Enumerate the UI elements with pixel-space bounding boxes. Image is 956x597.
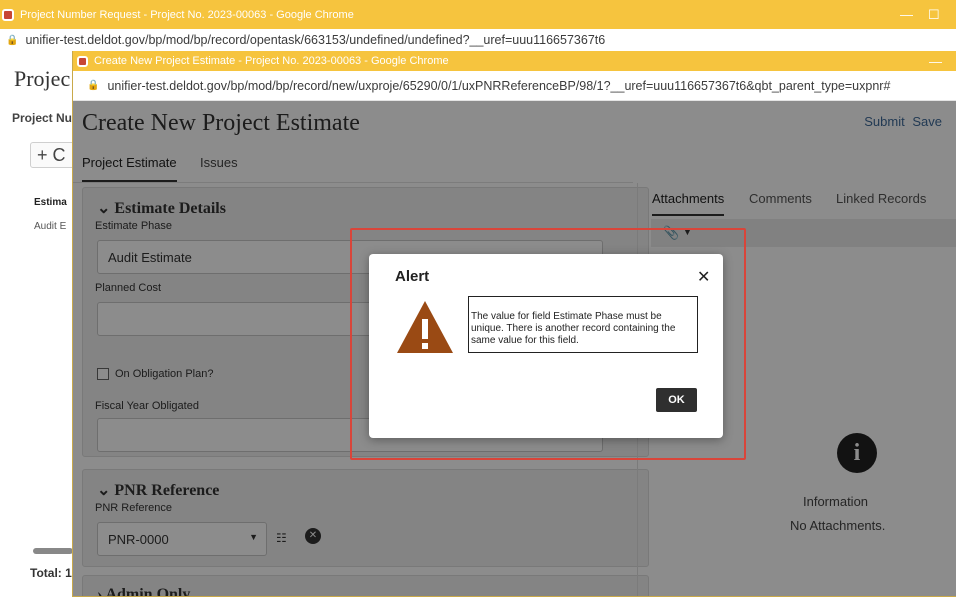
app-logo-icon: [77, 55, 88, 67]
inner-address-bar[interactable]: 🔒 unifier-test.deldot.gov/bp/mod/bp/reco…: [73, 71, 956, 101]
outer-subtitle: Project Nu: [12, 111, 73, 125]
alert-message: The value for field Estimate Phase must …: [468, 296, 698, 353]
inner-url: unifier-test.deldot.gov/bp/mod/bp/record…: [107, 78, 891, 93]
outer-page-title: Projec: [14, 66, 71, 91]
outer-scrollbar[interactable]: [33, 548, 73, 554]
warning-icon: [397, 301, 453, 353]
app-logo-icon: [2, 8, 14, 21]
outer-total: Total: 1: [30, 566, 72, 580]
outer-window-title: Project Number Request - Project No. 202…: [20, 8, 354, 21]
minimize-icon[interactable]: —: [929, 54, 942, 69]
maximize-icon[interactable]: ☐: [928, 7, 940, 23]
outer-column-header: Estima: [34, 197, 67, 208]
outer-address-bar[interactable]: 🔒 unifier-test.deldot.gov/bp/mod/bp/reco…: [0, 29, 956, 51]
alert-dialog: Alert ✕ The value for field Estimate Pha…: [369, 254, 723, 438]
inner-window-title: Create New Project Estimate - Project No…: [94, 55, 449, 67]
lock-icon: 🔒: [6, 34, 19, 46]
minimize-icon[interactable]: —: [900, 7, 913, 22]
outer-window-titlebar: Project Number Request - Project No. 202…: [0, 0, 956, 29]
outer-add-button[interactable]: + C: [30, 142, 76, 168]
ok-button[interactable]: OK: [656, 388, 697, 412]
inner-window-titlebar: Create New Project Estimate - Project No…: [73, 51, 956, 71]
alert-title: Alert: [395, 268, 430, 285]
outer-url: unifier-test.deldot.gov/bp/mod/bp/record…: [25, 33, 606, 47]
outer-table-cell[interactable]: Audit E: [34, 221, 66, 232]
close-icon[interactable]: ✕: [697, 267, 710, 287]
lock-icon: 🔒: [87, 80, 100, 91]
